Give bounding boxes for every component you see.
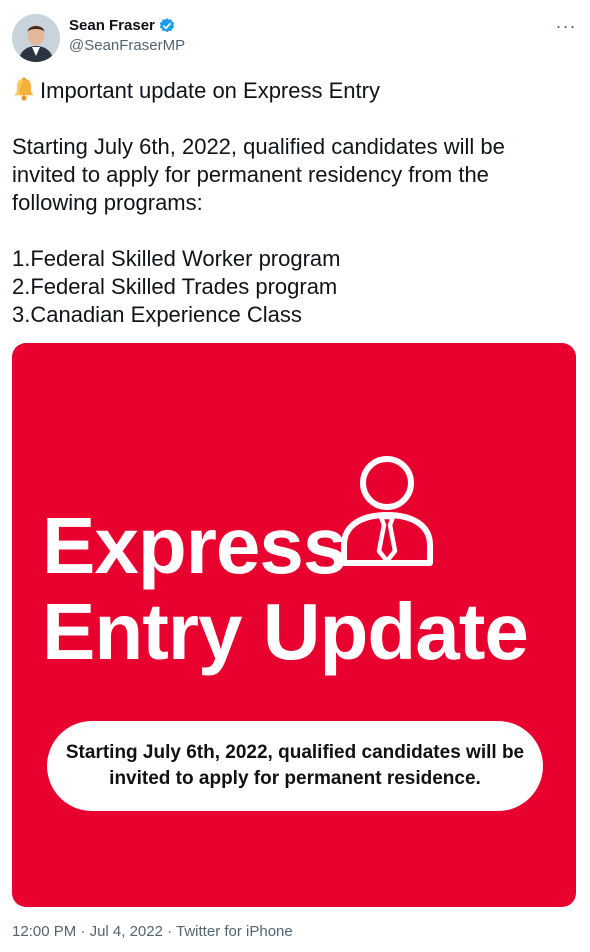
meta-separator: · bbox=[76, 923, 90, 940]
image-title-line-1: Express bbox=[42, 501, 347, 590]
user-handle[interactable]: @SeanFraserMP bbox=[69, 36, 185, 56]
tweet-header: Sean Fraser @SeanFraserMP ··· bbox=[12, 12, 578, 64]
program-item-3: 3.Canadian Experience Class bbox=[12, 302, 302, 327]
image-title-line-2: Entry Update bbox=[42, 587, 529, 676]
tweet-metadata: 12:00 PM · Jul 4, 2022 · Twitter for iPh… bbox=[12, 922, 293, 942]
meta-separator-2: · bbox=[162, 923, 177, 940]
tweet-body: Starting July 6th, 2022, qualified candi… bbox=[12, 134, 505, 215]
tweet-headline: Important update on Express Entry bbox=[40, 78, 380, 103]
avatar[interactable] bbox=[12, 14, 60, 62]
tweet-text: Important update on Express Entry Starti… bbox=[12, 76, 572, 329]
tweet-source[interactable]: Twitter for iPhone bbox=[176, 923, 293, 940]
program-item-2: 2.Federal Skilled Trades program bbox=[12, 274, 338, 299]
avatar-photo-icon bbox=[12, 14, 60, 62]
more-options-icon[interactable]: ··· bbox=[554, 16, 578, 36]
name-row: Sean Fraser bbox=[69, 16, 176, 36]
tweet-date[interactable]: Jul 4, 2022 bbox=[90, 923, 163, 940]
program-item-1: 1.Federal Skilled Worker program bbox=[12, 246, 341, 271]
display-name[interactable]: Sean Fraser bbox=[69, 16, 155, 36]
image-caption-text: Starting July 6th, 2022, qualified candi… bbox=[65, 742, 525, 789]
verified-badge-icon bbox=[158, 17, 176, 35]
tweet-media-image[interactable]: Express Entry Update Starting July 6th, … bbox=[12, 343, 576, 907]
image-caption-pill: Starting July 6th, 2022, qualified candi… bbox=[47, 721, 543, 811]
image-title: Express Entry Update bbox=[42, 501, 529, 676]
tweet-time[interactable]: 12:00 PM bbox=[12, 923, 76, 940]
bell-icon bbox=[12, 76, 36, 102]
